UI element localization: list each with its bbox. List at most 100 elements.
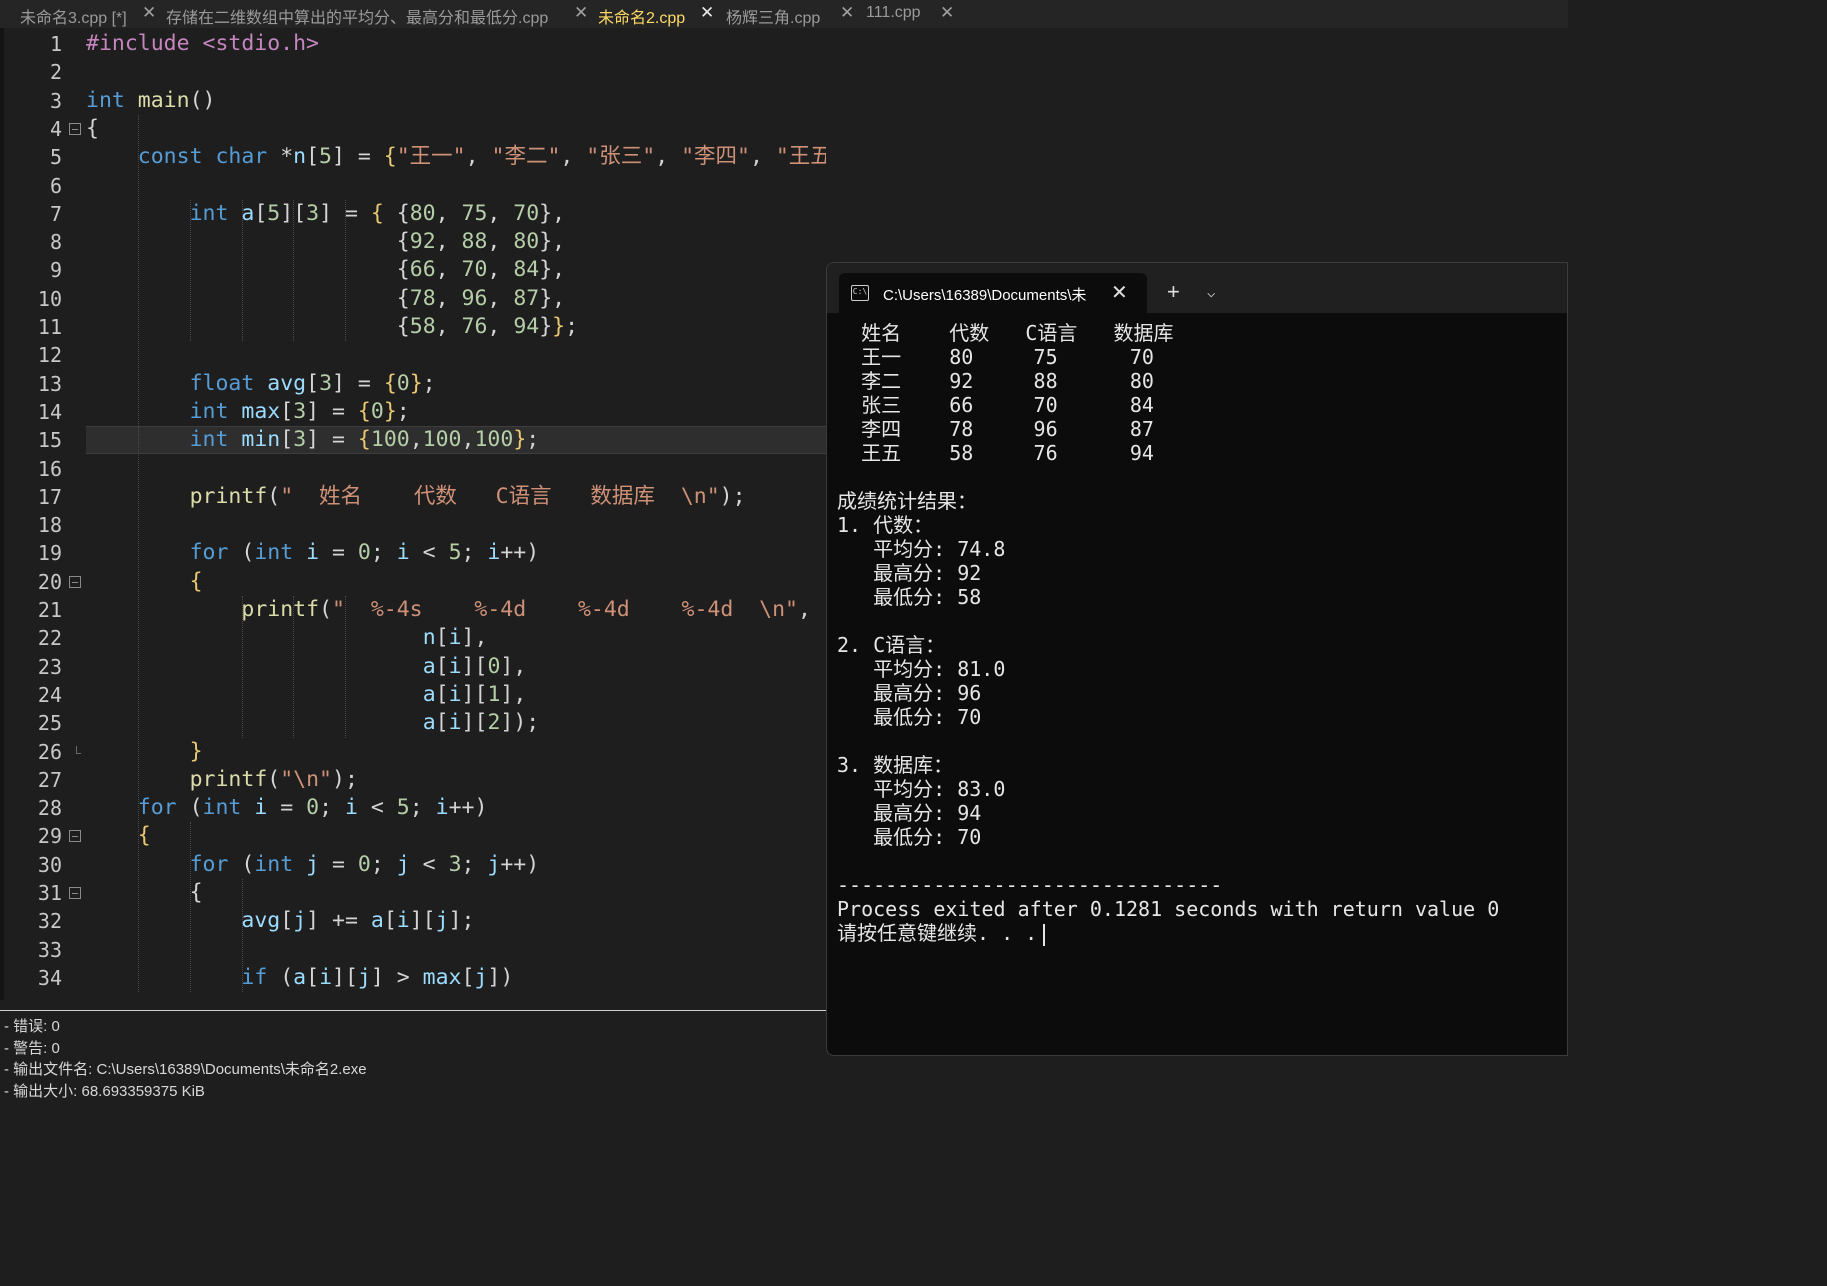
terminal-window[interactable]: C:\ C:\Users\16389\Documents\未 ✕ + ⌵ 姓名 …	[826, 262, 1568, 1056]
code-line: const char *n[5] = {"王一", "李二", "张三", "李…	[138, 143, 826, 171]
code-token: i	[448, 710, 462, 736]
code-token: 3	[306, 200, 320, 226]
code-token: 58	[409, 314, 436, 339]
code-token: );	[719, 483, 746, 509]
code-token: 0	[306, 795, 320, 821]
fold-toggle-icon[interactable]	[69, 575, 81, 588]
code-line: a[i][2]);	[423, 709, 540, 737]
code-token: [	[383, 908, 397, 934]
code-token: " %-4s %-4d %-4d %-4d \n"	[332, 597, 799, 622]
code-token: 1	[487, 681, 501, 707]
code-token: ++)	[448, 795, 488, 821]
code-token: {	[396, 285, 410, 311]
code-token: ][	[409, 908, 436, 934]
tab-close-button[interactable]: ✕	[700, 3, 714, 23]
code-token: int	[202, 795, 242, 821]
code-line: for (int j = 0; j < 3; j++)	[190, 851, 540, 879]
code-token: 88	[461, 229, 488, 255]
code-token: ;	[565, 314, 579, 339]
tab-label[interactable]: 未命名2.cpp	[598, 4, 685, 28]
code-token: =	[267, 795, 307, 821]
code-token: ,	[435, 285, 462, 311]
code-token: {	[396, 314, 410, 339]
code-token: ;	[461, 540, 488, 566]
code-token: i	[487, 540, 501, 566]
code-token: 80	[409, 200, 436, 226]
code-token: int	[189, 200, 229, 226]
code-token: [	[254, 200, 268, 226]
code-line: printf(" %-4s %-4d %-4d %-4d \n",	[241, 596, 811, 624]
terminal-tab[interactable]: C:\ C:\Users\16389\Documents\未 ✕	[839, 273, 1147, 313]
code-token: j	[435, 908, 449, 934]
line-number: 18	[37, 513, 62, 538]
code-token: 75	[461, 200, 488, 226]
code-token: int	[254, 851, 294, 877]
code-token: a	[293, 964, 307, 990]
code-line: int main()	[86, 87, 215, 115]
code-line: int min[3] = {100,100,100};	[190, 426, 540, 454]
tab-close-button[interactable]: ✕	[940, 3, 954, 23]
code-token: 0	[357, 540, 371, 566]
code-token: ] =	[306, 427, 358, 453]
code-token: "张三"	[586, 144, 656, 170]
chevron-down-icon[interactable]: ⌵	[1207, 285, 1215, 301]
code-token: },	[539, 285, 566, 311]
code-token: }	[513, 427, 527, 453]
code-editor[interactable]: #include <stdio.h> int main(){const char …	[86, 28, 826, 1000]
tab-label[interactable]: 存储在二维数组中算出的平均分、最高分和最低分.cpp	[166, 4, 548, 28]
terminal-titlebar: C:\ C:\Users\16389\Documents\未 ✕ + ⌵	[827, 263, 1567, 313]
code-token: {	[383, 200, 410, 226]
code-token: [	[306, 964, 320, 990]
code-token: *	[267, 144, 294, 170]
line-number: 11	[37, 315, 62, 339]
code-token: 3	[448, 851, 462, 877]
code-token: {	[396, 229, 410, 255]
line-number: 17	[37, 484, 62, 509]
code-token: ,	[409, 427, 423, 453]
tab-close-button[interactable]: ✕	[840, 3, 854, 23]
tab-label[interactable]: 111.cpp	[866, 4, 921, 22]
line-number: 22	[37, 626, 62, 651]
compile-log-line: - 错误: 0	[4, 1018, 60, 1035]
tab-label[interactable]: 未命名3.cpp [*]	[20, 4, 127, 28]
fold-toggle-icon[interactable]	[69, 122, 81, 135]
code-token: 76	[461, 314, 488, 339]
terminal-tab-title: C:\Users\16389\Documents\未	[883, 287, 1087, 304]
line-number: 26	[37, 739, 62, 764]
code-token: j	[293, 908, 307, 934]
code-token: ] >	[370, 964, 423, 990]
line-number: 2	[49, 60, 62, 85]
code-token: ;	[409, 795, 436, 821]
code-token: 70	[513, 200, 540, 226]
tab-close-button[interactable]: ✕	[142, 3, 156, 23]
tab-close-button[interactable]: ✕	[574, 3, 588, 23]
code-token: for	[137, 795, 177, 821]
code-token: ][	[280, 200, 307, 226]
line-number: 21	[37, 598, 62, 622]
code-token: ][	[461, 710, 488, 736]
line-number: 14	[37, 399, 62, 424]
text-cursor	[1043, 923, 1046, 946]
code-token: ++)	[500, 851, 540, 877]
code-token: ,	[465, 144, 492, 170]
new-tab-button[interactable]: +	[1167, 279, 1180, 305]
line-number-gutter: 1 2 3 4 5 6 7 8 9 10 11 12 13 14 15 16 17 18 19 20 21 22 23 24 2…	[0, 28, 86, 1000]
code-token: [	[306, 370, 320, 396]
close-tab-button[interactable]: ✕	[1111, 280, 1128, 305]
code-token: ,	[560, 144, 587, 170]
code-line: a[i][1],	[423, 681, 527, 709]
code-token: a	[422, 710, 436, 736]
code-token: [	[280, 427, 294, 453]
code-token: n	[422, 625, 436, 651]
code-token: }	[409, 370, 423, 396]
line-number: 4	[49, 116, 62, 141]
code-token: 66	[409, 257, 436, 283]
code-token: int	[189, 398, 229, 424]
code-token: i	[448, 681, 462, 707]
code-token: {	[189, 568, 203, 594]
tab-label[interactable]: 杨辉三角.cpp	[726, 4, 820, 28]
line-number: 7	[49, 201, 62, 226]
fold-toggle-icon[interactable]	[69, 887, 81, 899]
fold-toggle-icon[interactable]	[69, 830, 81, 843]
